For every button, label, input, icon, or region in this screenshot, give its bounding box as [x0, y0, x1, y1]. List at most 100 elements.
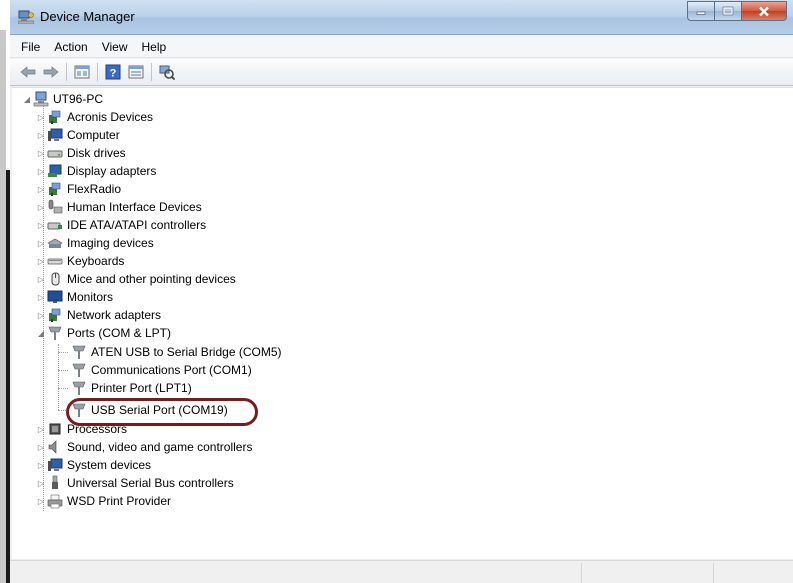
computer-icon: [48, 128, 63, 141]
menu-view[interactable]: View: [95, 37, 135, 57]
device-manager-icon: [18, 10, 34, 24]
expand-arrow-icon[interactable]: ▷: [36, 270, 46, 288]
tree-item-label: Processors: [67, 422, 128, 436]
help-button[interactable]: ?: [103, 62, 123, 82]
expand-arrow-icon[interactable]: ▷: [36, 492, 46, 510]
expand-arrow-icon[interactable]: ▷: [36, 162, 46, 180]
tree-item-label: ATEN USB to Serial Bridge (COM5): [91, 345, 282, 359]
toolbar-separator: [97, 63, 98, 81]
back-button[interactable]: [18, 62, 38, 82]
maximize-icon: [722, 6, 734, 16]
port-icon: [72, 345, 86, 359]
printer-icon: [47, 494, 63, 509]
expand-arrow-icon[interactable]: ▷: [36, 306, 46, 324]
title-bar[interactable]: Device Manager: [10, 0, 793, 35]
expand-arrow-icon[interactable]: ▷: [36, 252, 46, 270]
tree-item-wsd-print-provider[interactable]: ▷ WSD Print Provider: [36, 492, 171, 510]
expand-arrow-icon[interactable]: ▷: [36, 198, 46, 216]
tree-item-label: Printer Port (LPT1): [91, 381, 192, 395]
tree-item-sound-video-game[interactable]: ▷ Sound, video and game controllers: [36, 438, 253, 456]
usb-icon: [52, 475, 58, 489]
system-device-icon: [48, 458, 63, 471]
menu-action[interactable]: Action: [47, 37, 94, 57]
computer-root-icon: [33, 91, 49, 107]
tree-guide-branch: [58, 388, 68, 389]
menu-bar: File Action View Help: [10, 36, 793, 58]
tree-item-label: System devices: [67, 458, 152, 472]
tree-item-label: Mice and other pointing devices: [67, 272, 236, 286]
keyboard-icon: [47, 258, 63, 265]
tree-item-flexradio[interactable]: ▷ FlexRadio: [36, 180, 121, 198]
expand-arrow-icon[interactable]: ▷: [36, 288, 46, 306]
tree-item-human-interface-devices[interactable]: ▷ Human Interface Devices: [36, 198, 202, 216]
tree-item-label: Universal Serial Bus controllers: [67, 476, 234, 490]
expand-arrow-icon[interactable]: ▷: [36, 234, 46, 252]
forward-button[interactable]: [41, 62, 61, 82]
minimize-icon: [696, 11, 706, 15]
tree-item-keyboards[interactable]: ▷ Keyboards: [36, 252, 124, 270]
expand-arrow-icon[interactable]: ▷: [36, 126, 46, 144]
tree-item-label: FlexRadio: [67, 182, 122, 196]
tree-item-disk-drives[interactable]: ▷ Disk drives: [36, 144, 126, 162]
tree-item-printer-port[interactable]: Printer Port (LPT1): [70, 379, 192, 397]
disk-drive-icon: [47, 150, 63, 158]
port-icon: [72, 381, 86, 395]
tree-item-processors[interactable]: ▷ Processors: [36, 420, 127, 438]
display-adapter-icon: [48, 164, 62, 177]
tree-item-label: Network adapters: [67, 308, 162, 322]
tree-item-label: Monitors: [67, 290, 114, 304]
maximize-button[interactable]: [714, 1, 741, 21]
expand-arrow-icon[interactable]: ▷: [36, 180, 46, 198]
tree-item-monitors[interactable]: ▷ Monitors: [36, 288, 113, 306]
tree-item-computer[interactable]: ▷ Computer: [36, 126, 120, 144]
expand-arrow-icon[interactable]: ▷: [36, 420, 46, 438]
view-button[interactable]: [126, 62, 146, 82]
acronis-icon: [49, 110, 61, 124]
expand-arrow-icon[interactable]: ▷: [36, 108, 46, 126]
tree-item-mice[interactable]: ▷ Mice and other pointing devices: [36, 270, 236, 288]
tree-item-aten-usb-serial[interactable]: ATEN USB to Serial Bridge (COM5): [70, 343, 282, 361]
tree-item-communications-port[interactable]: Communications Port (COM1): [70, 361, 252, 379]
ide-controller-icon: [47, 222, 62, 230]
tree-guide-line: [58, 344, 59, 410]
tree-item-system-devices[interactable]: ▷ System devices: [36, 456, 151, 474]
network-adapter-icon: [49, 308, 61, 322]
status-cell: [581, 563, 711, 583]
tree-item-network-adapters[interactable]: ▷ Network adapters: [36, 306, 161, 324]
hid-icon: [48, 199, 63, 214]
port-icon: [48, 326, 62, 340]
tree-guide-branch: [58, 352, 68, 353]
tree-item-acronis-devices[interactable]: ▷ Acronis Devices: [36, 108, 153, 126]
tree-item-label: Human Interface Devices: [67, 200, 202, 214]
left-edge-strip: [0, 0, 10, 583]
expand-arrow-icon[interactable]: ▷: [36, 144, 46, 162]
monitor-icon: [47, 290, 63, 303]
expand-arrow-icon[interactable]: ▷: [36, 216, 46, 234]
tree-item-display-adapters[interactable]: ▷ Display adapters: [36, 162, 156, 180]
tree-item-label: Communications Port (COM1): [91, 363, 252, 377]
tree-item-imaging-devices[interactable]: ▷ Imaging devices: [36, 234, 154, 252]
tree-root[interactable]: ◢ UT96-PC: [22, 90, 103, 108]
tree-item-label: Acronis Devices: [67, 110, 154, 124]
close-button[interactable]: [741, 1, 787, 21]
window-title: Device Manager: [40, 9, 135, 24]
minimize-button[interactable]: [687, 1, 714, 21]
properties-button[interactable]: [72, 62, 92, 82]
device-manager-window: Device Manager File Action View Help ? ◢…: [10, 0, 793, 583]
expand-arrow-icon[interactable]: ▷: [36, 456, 46, 474]
collapse-arrow-icon[interactable]: ◢: [22, 90, 32, 108]
tree-item-ide-ata-atapi-controllers[interactable]: ▷ IDE ATA/ATAPI controllers: [36, 216, 206, 234]
port-icon: [72, 363, 86, 377]
tree-item-label: Keyboards: [67, 254, 125, 268]
tree-item-usb-controllers[interactable]: ▷ Universal Serial Bus controllers: [36, 474, 234, 492]
expand-arrow-icon[interactable]: ▷: [36, 474, 46, 492]
scan-hardware-button[interactable]: [157, 62, 177, 82]
menu-help[interactable]: Help: [135, 37, 174, 57]
device-tree-pane[interactable]: ◢ UT96-PC ▷ Acronis Devices ▷ Computer ▷…: [12, 87, 793, 559]
tree-item-ports[interactable]: ◢ Ports (COM & LPT): [36, 324, 171, 342]
collapse-arrow-icon[interactable]: ◢: [36, 324, 46, 342]
tree-item-label: Computer: [67, 128, 120, 142]
expand-arrow-icon[interactable]: ▷: [36, 438, 46, 456]
menu-file[interactable]: File: [14, 37, 47, 57]
tree-item-label: Sound, video and game controllers: [67, 440, 253, 454]
